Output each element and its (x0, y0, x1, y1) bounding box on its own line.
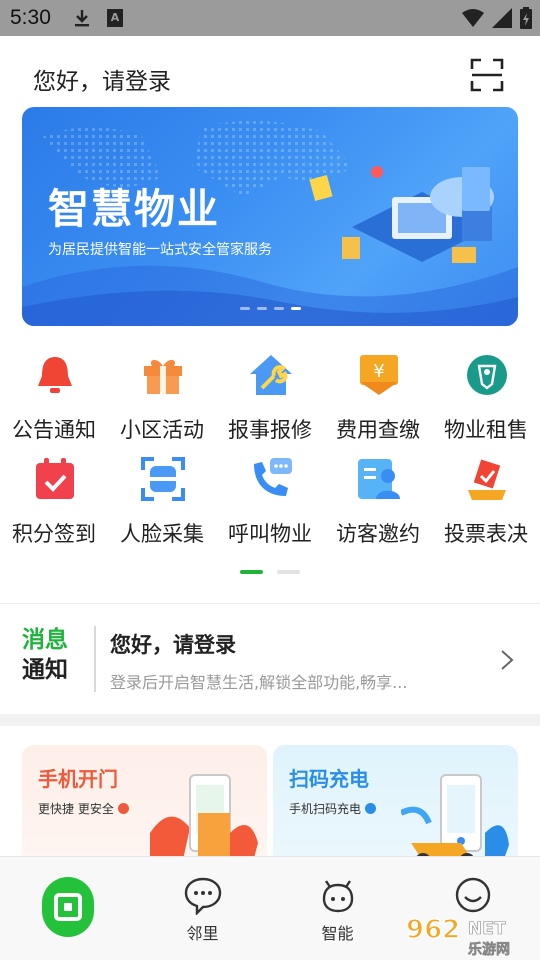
card-scan-charge[interactable]: 扫码充电 手机扫码充电 (273, 745, 518, 870)
home-icon (42, 877, 94, 937)
grid-page-dot (277, 570, 300, 574)
banner-dot (274, 307, 284, 310)
card-phone-door-open[interactable]: 手机开门 更快捷 更安全 (22, 745, 267, 870)
smile-icon (455, 877, 491, 913)
grid-item-repairs[interactable]: 报事报修 (216, 340, 324, 442)
card-title: 手机开门 (38, 767, 118, 791)
chevron-right-icon[interactable] (498, 648, 516, 672)
arrow-circle-icon (365, 803, 377, 814)
wrench-house-icon (250, 355, 292, 395)
status-time: 5:30 (10, 6, 51, 29)
message-logo-line1: 消息 (22, 627, 68, 653)
grid-item-label: 呼叫物业 (228, 522, 312, 546)
card-subtitle-row: 手机扫码充电 (289, 800, 377, 817)
grid-item-label: 积分签到 (12, 522, 96, 546)
battery-icon (520, 7, 532, 29)
watermark-text3: 乐游网 (468, 941, 510, 958)
nav-neighbors[interactable]: 邻里 (135, 857, 270, 960)
card-subtitle-row: 更快捷 更安全 (38, 800, 129, 817)
watermark-text2: NET (468, 919, 506, 939)
arrow-circle-icon (117, 803, 129, 814)
card-subtitle: 更快捷 更安全 (38, 802, 114, 816)
grid-item-call-property[interactable]: 呼叫物业 (216, 444, 324, 546)
banner-subtitle: 为居民提供智能一站式安全管家服务 (48, 242, 272, 258)
svg-text:¥: ¥ (373, 361, 384, 382)
grid-item-checkin[interactable]: 积分签到 (0, 444, 108, 546)
grid-item-fees[interactable]: ¥ 费用查缴 (324, 340, 432, 442)
tag-icon (467, 355, 507, 395)
nav-label: 智能 (321, 924, 354, 943)
message-title: 您好，请登录 (110, 633, 236, 657)
banner-dot-active (291, 307, 301, 310)
banner-pagination (240, 307, 301, 310)
grid-item-label: 费用查缴 (336, 418, 420, 442)
status-bar: 5:30 A (0, 0, 540, 36)
bell-icon (38, 357, 72, 393)
cell-signal-icon (492, 8, 512, 28)
message-text: 登录后开启智慧生活,解锁全部功能,畅享... (110, 673, 408, 692)
phone-chat-icon (254, 458, 292, 496)
nav-smart[interactable]: 智能 (270, 857, 405, 960)
download-icon (75, 10, 89, 27)
grid-item-visitor-invite[interactable]: 访客邀约 (324, 444, 432, 546)
wifi-icon (462, 9, 484, 27)
login-greeting[interactable]: 您好，请登录 (33, 62, 171, 96)
grid-item-announcements[interactable]: 公告通知 (0, 340, 108, 442)
grid-item-voting[interactable]: 投票表决 (432, 444, 540, 546)
grid-item-rental-sales[interactable]: 物业租售 (432, 340, 540, 442)
message-logo: 消息 通知 (22, 626, 78, 690)
visitor-icon (358, 459, 400, 499)
grid-item-label: 小区活动 (120, 418, 204, 442)
grid-item-label: 访客邀约 (336, 522, 420, 546)
grid-item-label: 公告通知 (12, 418, 96, 442)
card-title: 扫码充电 (289, 767, 369, 791)
grid-pagination (240, 570, 300, 574)
face-scan-icon (141, 457, 185, 501)
message-divider (94, 626, 96, 692)
chat-bubble-icon (184, 877, 222, 915)
gift-icon (144, 359, 182, 394)
promo-banner[interactable]: 智慧物业 为居民提供智能一站式安全管家服务 (22, 107, 518, 326)
grid-item-face-capture[interactable]: 人脸采集 (108, 444, 216, 546)
grid-item-label: 报事报修 (228, 418, 312, 442)
nav-home[interactable] (0, 857, 135, 960)
status-right-icons (462, 7, 532, 29)
grid-item-label: 物业租售 (444, 418, 528, 442)
message-notice[interactable]: 消息 通知 您好，请登录 登录后开启智慧生活,解锁全部功能,畅享... (0, 604, 540, 714)
a-notification-icon: A (107, 9, 123, 27)
banner-dot (240, 307, 250, 310)
vote-icon (468, 459, 506, 500)
watermark-logo: 962 NET 乐游网 (405, 914, 510, 958)
watermark-text1: 962 (406, 915, 460, 945)
message-logo-line2: 通知 (22, 657, 68, 683)
yuan-icon: ¥ (360, 355, 398, 395)
scan-icon[interactable] (470, 58, 504, 92)
grid-page-dot-active (240, 570, 263, 574)
header: 您好，请登录 (0, 36, 540, 106)
robot-icon (322, 880, 354, 913)
grid-item-activities[interactable]: 小区活动 (108, 340, 216, 442)
grid-item-label: 人脸采集 (120, 522, 204, 546)
card-subtitle: 手机扫码充电 (289, 802, 362, 816)
calendar-check-icon (36, 458, 74, 499)
banner-title: 智慧物业 (48, 185, 220, 233)
section-divider (0, 714, 540, 726)
banner-dot (257, 307, 267, 310)
grid-item-label: 投票表决 (444, 522, 528, 546)
nav-label: 邻里 (186, 924, 219, 943)
